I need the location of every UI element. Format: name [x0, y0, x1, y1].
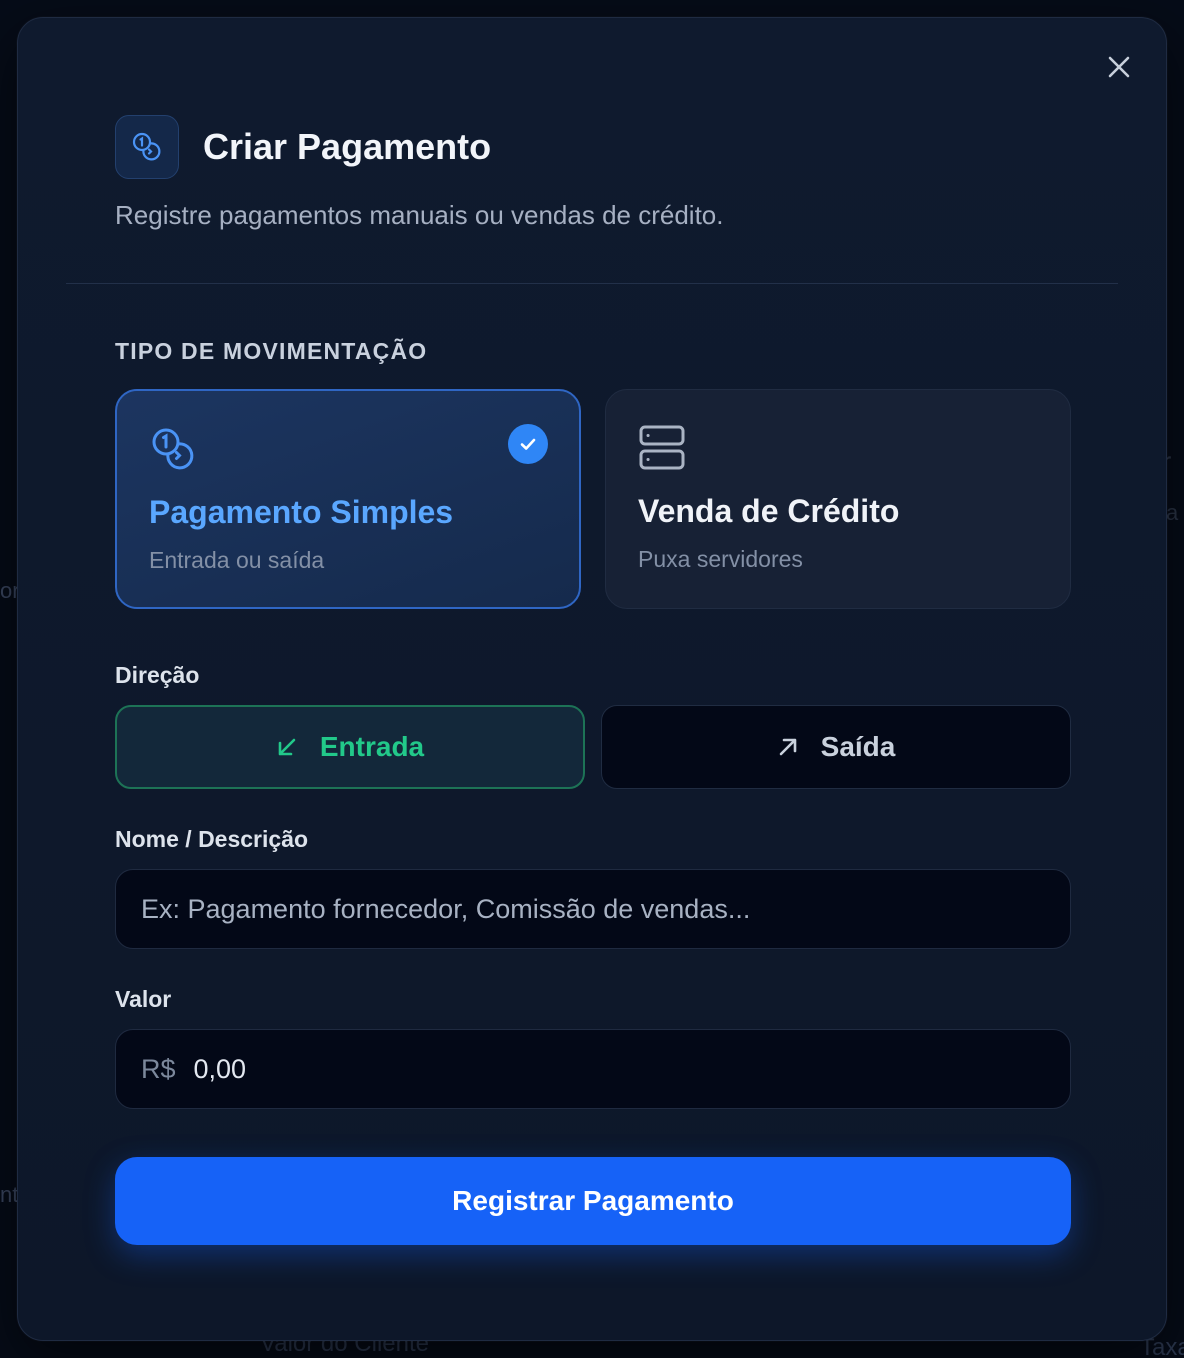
- background-text-fragment: nt: [0, 1182, 19, 1207]
- selected-check-badge: [508, 424, 548, 464]
- name-field-label: Nome / Descrição: [115, 826, 309, 852]
- close-icon: [1108, 56, 1130, 78]
- server-icon: [639, 425, 685, 470]
- direction-label: Direção: [115, 662, 200, 688]
- type-card-credit-sale[interactable]: Venda de Crédito Puxa servidores: [605, 389, 1071, 609]
- create-payment-modal: Criar Pagamento Registre pagamentos manu…: [17, 17, 1167, 1341]
- coins-icon: [132, 132, 161, 161]
- coins-icon: [152, 428, 194, 470]
- header-icon-badge: [115, 115, 179, 179]
- header-divider: [66, 283, 1118, 284]
- name-field-container: [115, 869, 1071, 949]
- card-icon-wrap: [149, 425, 197, 478]
- type-card-simple-payment[interactable]: Pagamento Simples Entrada ou saída: [115, 389, 581, 609]
- value-field-container: R$: [115, 1029, 1071, 1109]
- card-icon-wrap: [638, 424, 686, 477]
- currency-prefix: R$: [141, 1053, 176, 1084]
- close-button[interactable]: [1106, 54, 1132, 80]
- background-text-fragment: a: [1166, 500, 1179, 525]
- register-payment-button[interactable]: Registrar Pagamento: [115, 1157, 1071, 1245]
- direction-saida-button[interactable]: Saída: [601, 705, 1071, 789]
- direction-entrada-button[interactable]: Entrada: [115, 705, 585, 789]
- movement-type-label: TIPO DE MOVIMENTAÇÃO: [115, 338, 428, 364]
- card-title: Pagamento Simples: [149, 494, 454, 530]
- direction-entrada-label: Entrada: [319, 731, 425, 762]
- arrow-up-right-icon: [779, 738, 796, 756]
- check-icon: [520, 438, 536, 450]
- amount-input[interactable]: [193, 1053, 1070, 1085]
- arrow-down-left-icon: [278, 738, 296, 756]
- name-description-input[interactable]: [141, 893, 1070, 925]
- card-subtitle: Entrada ou saída: [149, 547, 325, 573]
- modal-subtitle: Registre pagamentos manuais ou vendas de…: [115, 200, 724, 230]
- direction-saida-label: Saída: [820, 731, 896, 762]
- value-field-label: Valor: [115, 986, 172, 1012]
- modal-title: Criar Pagamento: [203, 126, 492, 167]
- card-subtitle: Puxa servidores: [638, 546, 803, 572]
- card-title: Venda de Crédito: [638, 493, 900, 529]
